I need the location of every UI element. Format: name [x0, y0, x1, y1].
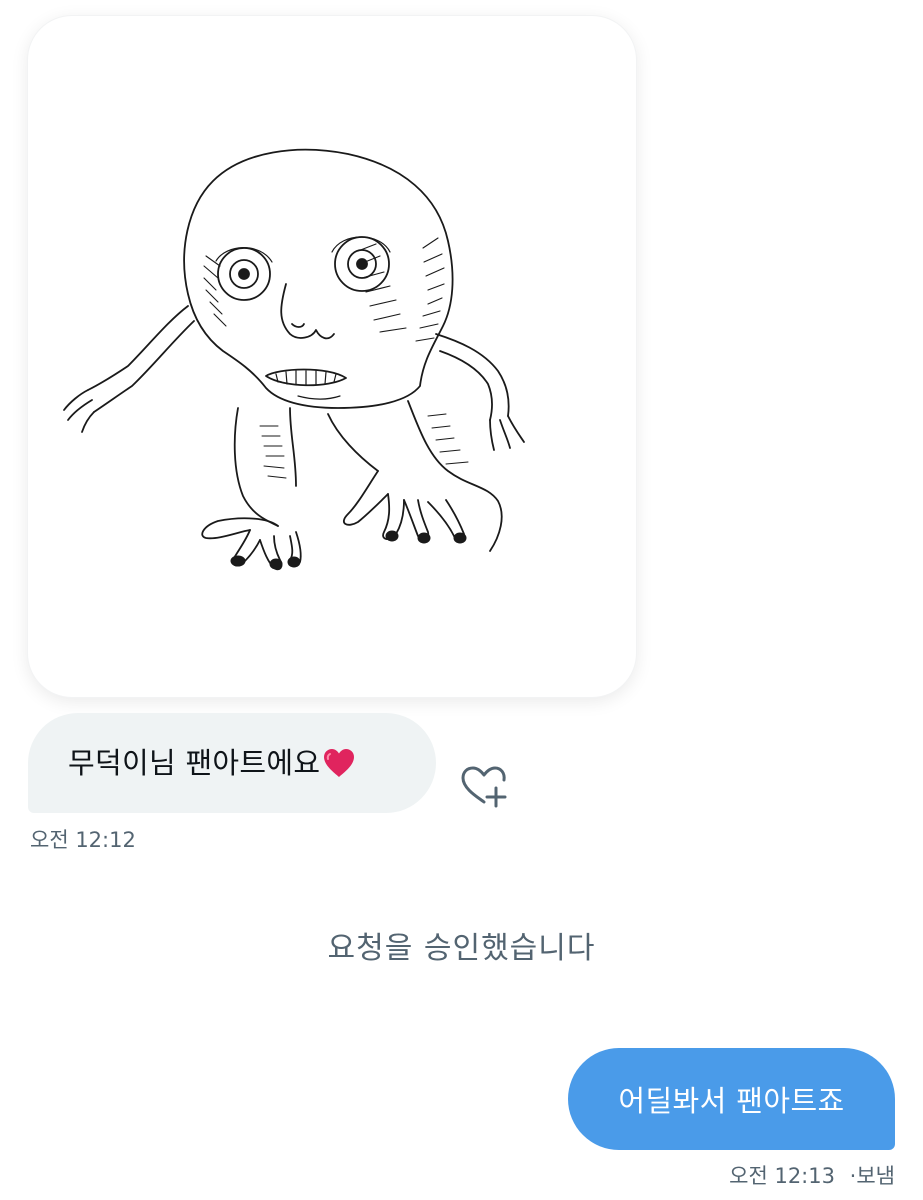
received-message-text: 무덕이님 팬아트에요	[68, 740, 356, 786]
dm-conversation: 무덕이님 팬아트에요 오전 12:12 요청을 승인했습니다 어딜봐서 팬아트죠…	[0, 0, 923, 1200]
fanart-sketch-image	[63, 148, 525, 571]
image-message[interactable]	[28, 16, 636, 697]
sent-status: 보냄	[856, 1164, 895, 1188]
sent-message-bubble[interactable]: 어딜봐서 팬아트죠	[568, 1048, 895, 1150]
heart-plus-icon[interactable]	[459, 764, 513, 810]
received-message-bubble[interactable]: 무덕이님 팬아트에요	[28, 713, 436, 813]
request-accepted-notice: 요청을 승인했습니다	[327, 931, 596, 966]
received-message-body: 무덕이님 팬아트에요	[68, 746, 321, 780]
sent-timestamp-status: 오전 12:13 ·보냄	[729, 1160, 895, 1190]
sent-timestamp: 오전 12:13	[729, 1164, 835, 1188]
red-heart-emoji-icon	[322, 747, 356, 786]
received-timestamp: 오전 12:12	[30, 828, 136, 852]
sent-message-text: 어딜봐서 팬아트죠	[618, 1084, 845, 1118]
